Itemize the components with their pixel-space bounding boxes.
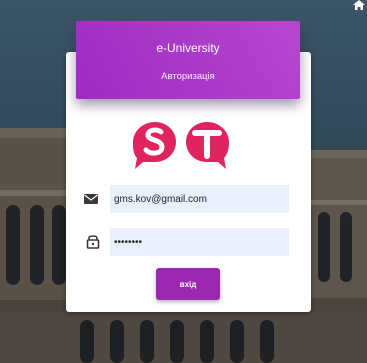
password-field[interactable] bbox=[110, 228, 289, 256]
home-icon[interactable] bbox=[353, 0, 365, 10]
app-title: e-University bbox=[156, 41, 220, 55]
st-logo bbox=[133, 122, 229, 169]
page-subtitle: Авторизація bbox=[161, 71, 215, 82]
envelope-icon bbox=[84, 194, 98, 204]
email-field[interactable] bbox=[110, 185, 289, 213]
lock-icon bbox=[86, 235, 100, 249]
login-header: e-University Авторизація bbox=[76, 21, 300, 99]
login-button[interactable]: вхід bbox=[156, 268, 220, 300]
